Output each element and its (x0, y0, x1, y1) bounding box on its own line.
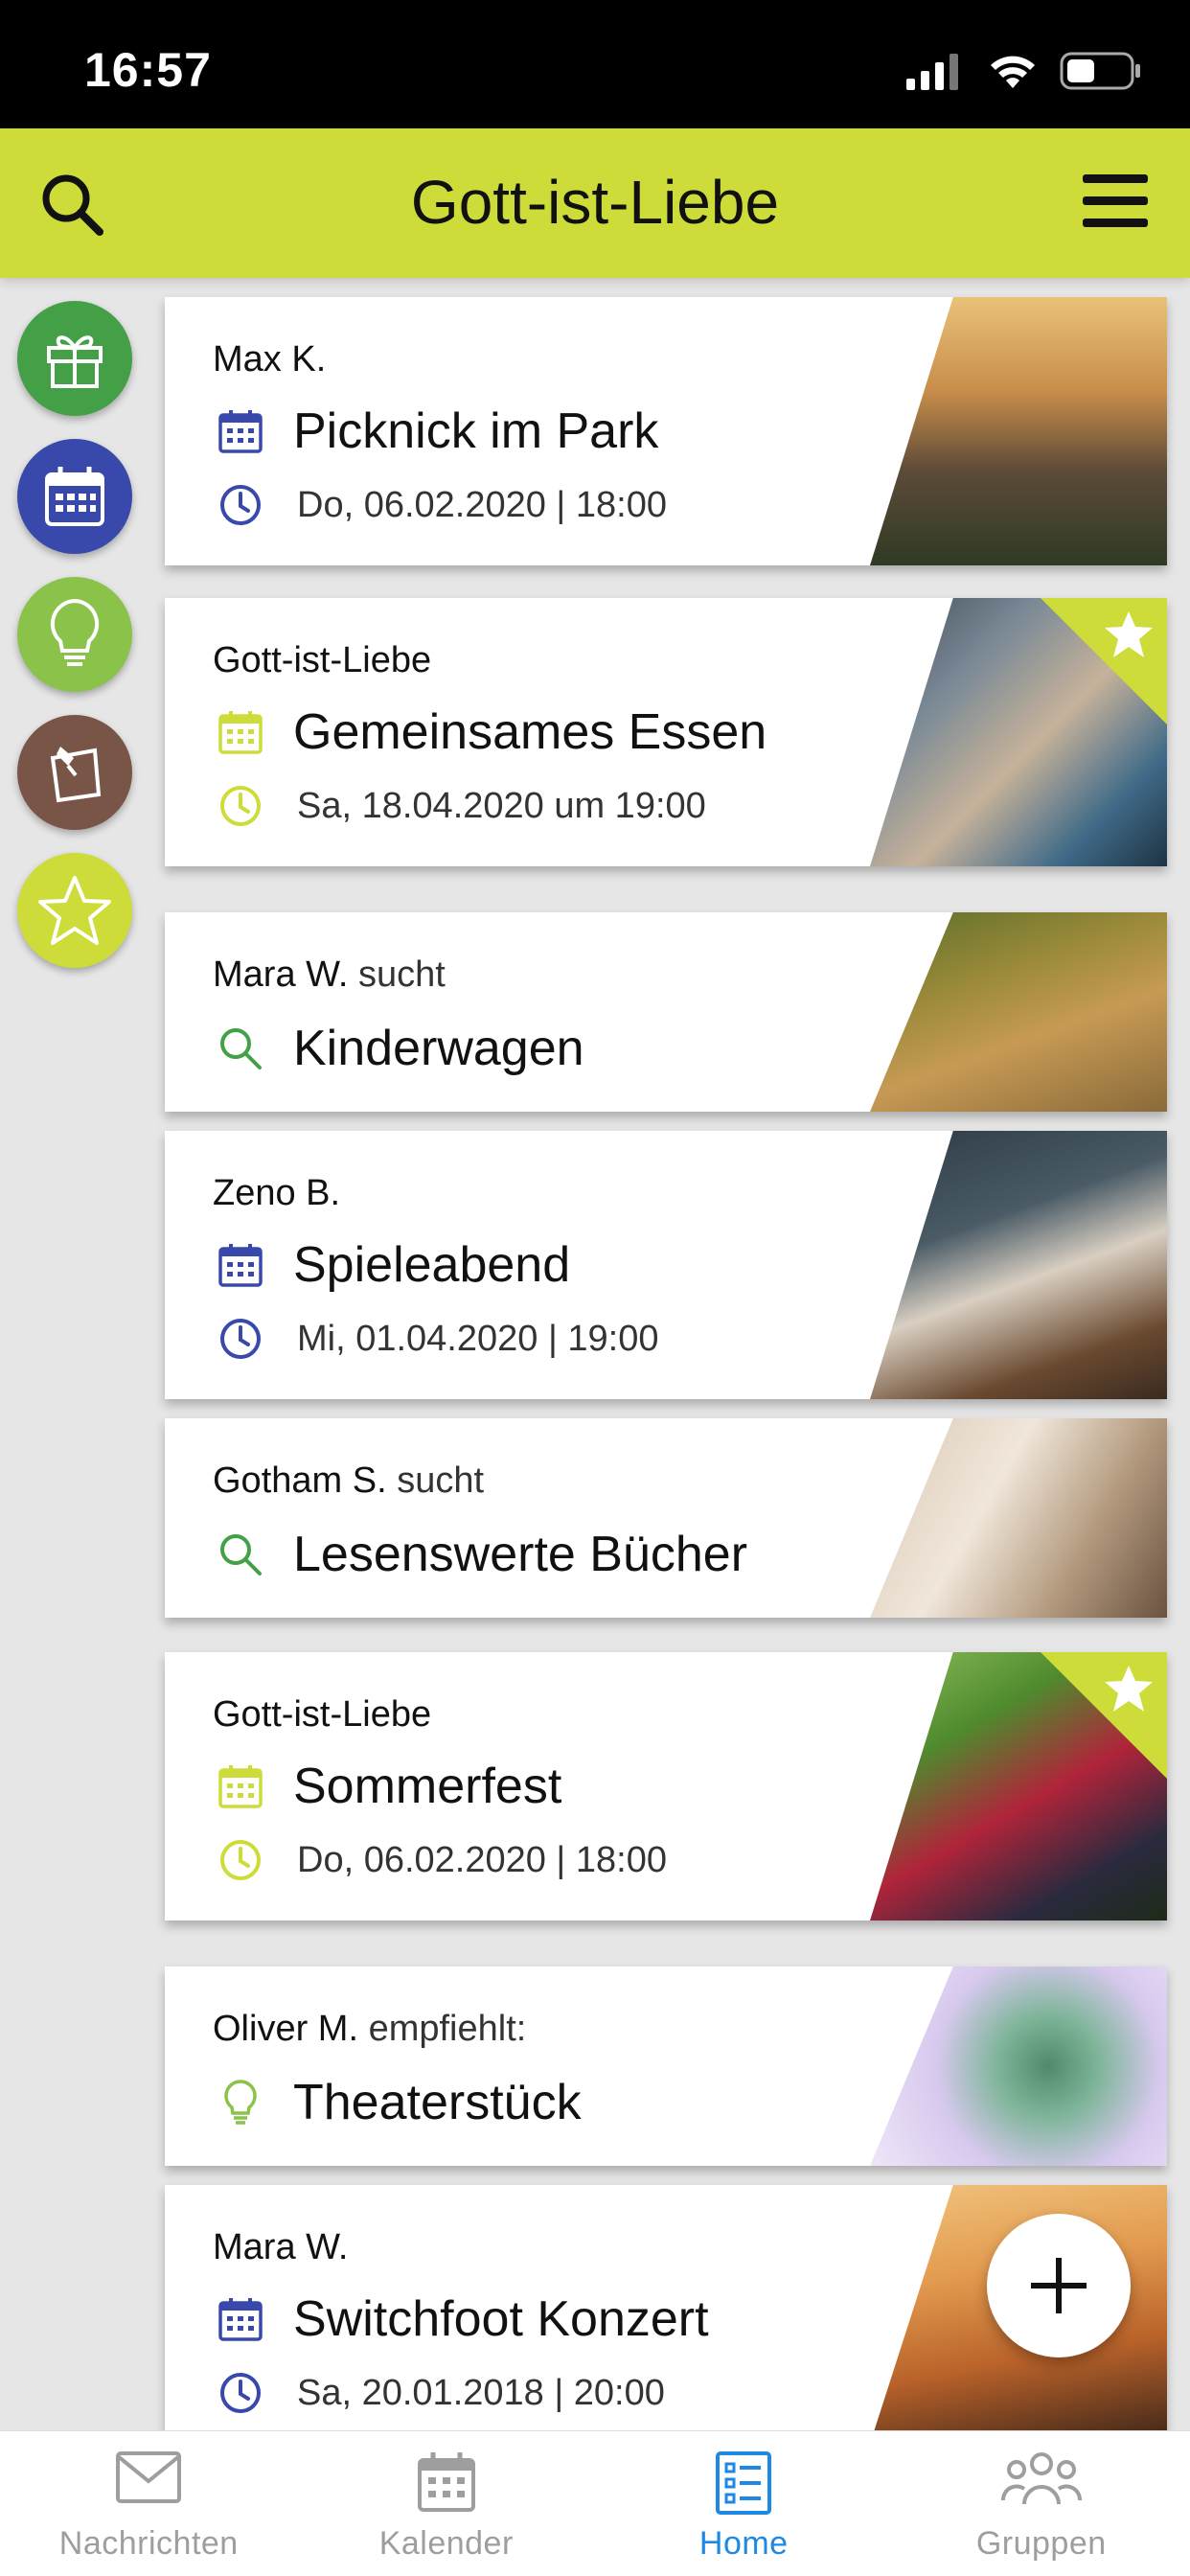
card-title-row: Spieleabend (217, 1236, 570, 1294)
clock-icon (220, 485, 261, 525)
favorites-button[interactable] (17, 853, 132, 968)
card-author: Oliver M. empfiehlt: (213, 2009, 527, 2049)
star-icon (1105, 1666, 1153, 1712)
card-title: Spieleabend (293, 1237, 571, 1293)
card-photo-succulent (870, 1966, 1167, 2166)
tab-label: Gruppen (975, 2525, 1107, 2562)
card-date-row: Sa, 20.01.2018 | 20:00 (217, 2369, 665, 2417)
clock-icon (220, 1319, 261, 1359)
bottom-nav: Nachrichten Kalender Home Gruppen (0, 2430, 1190, 2576)
card-title: Lesenswerte Bücher (293, 1527, 748, 1582)
card-title: Switchfoot Konzert (293, 2291, 709, 2347)
card-title-row: Kinderwagen (217, 1020, 584, 1077)
search-icon (220, 1028, 262, 1070)
status-time: 16:57 (84, 43, 212, 97)
card-date: Do, 06.02.2020 | 18:00 (297, 1839, 667, 1880)
card-photo-chess (870, 1131, 1167, 1399)
card-title-row: Sommerfest (217, 1758, 561, 1815)
card-date-row: Do, 06.02.2020 | 18:00 (217, 1836, 667, 1884)
card-author: Gott-ist-Liebe (213, 1694, 432, 1735)
tab-label: Home (698, 2525, 789, 2562)
feed-card[interactable]: Zeno B. Spieleabend Mi, 01.04.2020 | 19:… (165, 1131, 1167, 1399)
card-title: Sommerfest (293, 1759, 562, 1814)
card-author: Zeno B. (213, 1173, 341, 1213)
wifi-icon (991, 56, 1035, 88)
tab-kalender[interactable]: Kalender (298, 2431, 596, 2576)
note-pin-icon (50, 747, 102, 803)
gift-button[interactable] (17, 301, 132, 416)
clock-icon (220, 786, 261, 826)
tab-nachrichten[interactable]: Nachrichten (0, 2431, 298, 2576)
star-icon (38, 876, 111, 945)
star-icon (1105, 611, 1153, 657)
plus-icon (1031, 2258, 1087, 2313)
card-title-row: Theaterstück (217, 2074, 582, 2131)
card-title-row: Lesenswerte Bücher (217, 1526, 747, 1583)
clock-icon (220, 2373, 261, 2413)
feed-card[interactable]: Mara W. sucht Kinderwagen (165, 912, 1167, 1112)
tab-label: Kalender (378, 2525, 514, 2562)
card-date-row: Sa, 18.04.2020 um 19:00 (217, 782, 706, 830)
lightbulb-icon (224, 2080, 257, 2125)
feed-card[interactable]: Gotham S. sucht Lesenswerte Bücher (165, 1418, 1167, 1618)
notes-button[interactable] (17, 715, 132, 830)
feed-card[interactable]: Max K. Picknick im Park Do, 06.02.2020 |… (165, 297, 1167, 565)
status-bar: 16:57 (0, 0, 1190, 128)
app-header: Gott-ist-Liebe (0, 128, 1190, 278)
list-icon (716, 2451, 772, 2515)
card-date: Sa, 18.04.2020 um 19:00 (297, 785, 706, 826)
card-title: Picknick im Park (293, 403, 659, 459)
card-author: Gotham S. sucht (213, 1460, 485, 1501)
group-icon (1000, 2452, 1082, 2505)
card-author: Mara W. (213, 2227, 349, 2267)
add-button[interactable] (987, 2214, 1131, 2358)
card-title: Gemeinsames Essen (293, 704, 767, 760)
battery-icon (1060, 52, 1140, 90)
calendar-icon (218, 1765, 263, 1808)
card-author: Max K. (213, 339, 327, 380)
card-author: Gott-ist-Liebe (213, 640, 432, 680)
card-author: Mara W. sucht (213, 954, 446, 995)
calendar-icon (218, 2298, 263, 2341)
card-title-row: Gemeinsames Essen (217, 703, 767, 761)
feed-card[interactable]: Gott-ist-Liebe Gemeinsames Essen Sa, 18.… (165, 598, 1167, 866)
status-icons (904, 50, 1142, 92)
lightbulb-icon (50, 598, 100, 666)
signal-icon (906, 54, 958, 90)
tab-gruppen[interactable]: Gruppen (893, 2431, 1190, 2576)
gift-icon (47, 335, 103, 388)
calendar-button[interactable] (17, 439, 132, 554)
card-title-row: Picknick im Park (217, 402, 658, 460)
calendar-icon (218, 711, 263, 754)
calendar-icon (417, 2452, 475, 2512)
recommendation-button[interactable] (17, 577, 132, 692)
clock-icon (220, 1840, 261, 1880)
page-title: Gott-ist-Liebe (410, 168, 780, 237)
search-icon (220, 1534, 262, 1576)
card-date: Do, 06.02.2020 | 18:00 (297, 484, 667, 525)
card-photo-book (870, 1418, 1167, 1618)
card-date-row: Do, 06.02.2020 | 18:00 (217, 481, 667, 529)
card-photo-park (870, 297, 1167, 565)
tab-home[interactable]: Home (595, 2431, 893, 2576)
card-title-row: Switchfoot Konzert (217, 2290, 709, 2348)
tab-label: Nachrichten (58, 2525, 239, 2562)
feed-card[interactable]: Oliver M. empfiehlt: Theaterstück (165, 1966, 1167, 2166)
calendar-icon (45, 467, 104, 526)
card-photo-family (870, 912, 1167, 1112)
feed-card[interactable]: Gott-ist-Liebe Sommerfest Do, 06.02.2020… (165, 1652, 1167, 1920)
card-date-row: Mi, 01.04.2020 | 19:00 (217, 1315, 658, 1363)
card-date: Sa, 20.01.2018 | 20:00 (297, 2372, 665, 2413)
card-title: Theaterstück (293, 2075, 582, 2130)
menu-icon[interactable] (1079, 165, 1152, 238)
card-date: Mi, 01.04.2020 | 19:00 (297, 1318, 659, 1359)
card-title: Kinderwagen (293, 1021, 584, 1076)
calendar-icon (218, 1244, 263, 1287)
calendar-icon (218, 410, 263, 453)
mail-icon (116, 2451, 182, 2503)
